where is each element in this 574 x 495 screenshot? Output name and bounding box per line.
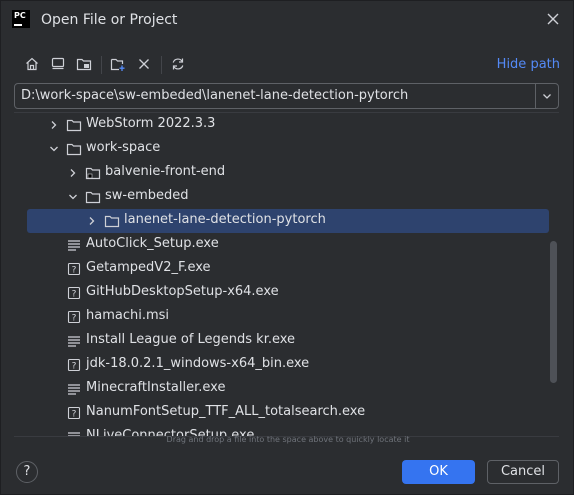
folder-icon — [66, 143, 82, 156]
toolbar-separator — [161, 56, 162, 74]
chevron-down-icon[interactable] — [67, 191, 79, 203]
tree-row-selected[interactable]: lanenet-lane-detection-pytorch — [14, 209, 559, 233]
svg-text:?: ? — [72, 362, 77, 372]
new-folder-button[interactable] — [107, 53, 129, 75]
app-logo-text: PC — [14, 11, 26, 20]
tree-row[interactable]: sw-embeded — [14, 185, 559, 209]
dialog-title: Open File or Project — [41, 12, 178, 28]
folder-icon — [66, 119, 82, 132]
chevron-down-icon[interactable] — [48, 143, 60, 155]
delete-button[interactable] — [133, 53, 155, 75]
tree-row[interactable]: work-space — [14, 137, 559, 161]
tree-row[interactable]: ? jdk-18.0.2.1_windows-x64_bin.exe — [14, 353, 559, 377]
tree-row-label: balvenie-front-end — [105, 164, 226, 179]
close-button[interactable] — [543, 9, 563, 29]
unknown-file-icon: ? — [67, 310, 81, 324]
new-folder-icon — [110, 58, 125, 71]
tree-row[interactable]: ? hamachi.msi — [14, 305, 559, 329]
home-button[interactable] — [21, 53, 43, 75]
tree-row[interactable]: Install League of Legends kr.exe — [14, 329, 559, 353]
refresh-button[interactable] — [167, 53, 189, 75]
tree-row-label: MinecraftInstaller.exe — [86, 380, 226, 395]
unknown-file-icon: ? — [67, 358, 81, 372]
title-bar: PC Open File or Project — [1, 1, 573, 39]
tree-row[interactable]: ? NanumFontSetup_TTF_ALL_totalsearch.exe — [14, 401, 559, 425]
unknown-file-icon: ? — [67, 262, 81, 276]
tree-scrollbar[interactable] — [550, 241, 557, 383]
pycharm-logo: PC — [12, 10, 30, 28]
open-file-dialog: PC Open File or Project Hide path D:\wor… — [0, 0, 574, 495]
toolbar — [21, 53, 561, 77]
text-file-icon — [68, 240, 80, 251]
tree-row-label: NanumFontSetup_TTF_ALL_totalsearch.exe — [86, 404, 366, 419]
tree-row-label: jdk-18.0.2.1_windows-x64_bin.exe — [86, 356, 310, 371]
tree-row-label: AutoClick_Setup.exe — [86, 236, 219, 251]
project-directory-button[interactable] — [73, 53, 95, 75]
desktop-icon — [51, 57, 65, 70]
folder-icon — [104, 215, 120, 228]
unknown-file-icon: ? — [67, 406, 81, 420]
chevron-right-icon[interactable] — [86, 215, 98, 227]
text-file-icon — [68, 336, 80, 347]
tree-row-label: hamachi.msi — [86, 308, 170, 323]
tree-row-label: GetampedV2_F.exe — [86, 260, 211, 275]
tree-row[interactable]: ? GitHubDesktopSetup-x64.exe — [14, 281, 559, 305]
tree-row-label: sw-embeded — [105, 188, 189, 203]
desktop-button[interactable] — [47, 53, 69, 75]
tree-row[interactable]: AutoClick_Setup.exe — [14, 233, 559, 257]
project-folder-icon — [85, 167, 101, 180]
refresh-icon — [172, 58, 184, 70]
unknown-file-icon: ? — [67, 286, 81, 300]
svg-text:?: ? — [72, 410, 77, 420]
svg-text:?: ? — [72, 314, 77, 324]
project-folder-icon — [76, 58, 92, 71]
chevron-right-icon[interactable] — [67, 167, 79, 179]
svg-text:?: ? — [72, 266, 77, 276]
file-tree[interactable]: NLiveConnectorSetup.exe? NanumFontSetup_T… — [14, 112, 559, 437]
path-history-dropdown[interactable] — [535, 84, 558, 108]
path-input-value[interactable]: D:\work-space\sw-embeded\lanenet-lane-de… — [21, 88, 408, 103]
tree-row[interactable]: balvenie-front-end — [14, 161, 559, 185]
tree-row[interactable]: MinecraftInstaller.exe — [14, 377, 559, 401]
tree-row-label: Install League of Legends kr.exe — [86, 332, 296, 347]
ok-button[interactable]: OK — [402, 460, 475, 484]
tree-row[interactable]: ? GetampedV2_F.exe — [14, 257, 559, 281]
svg-text:?: ? — [72, 290, 77, 300]
text-file-icon — [68, 384, 80, 395]
tree-row-label: GitHubDesktopSetup-x64.exe — [86, 284, 279, 299]
cancel-button[interactable]: Cancel — [487, 460, 559, 484]
tree-row-label: lanenet-lane-detection-pytorch — [124, 212, 326, 227]
delete-icon — [139, 59, 149, 69]
drag-drop-hint: Drag and drop a file into the space abov… — [166, 435, 410, 444]
toolbar-separator — [101, 56, 102, 74]
tree-row-label: WebStorm 2022.3.3 — [86, 116, 216, 131]
folder-icon — [85, 191, 101, 204]
chevron-right-icon[interactable] — [48, 119, 60, 131]
home-icon — [26, 57, 38, 71]
help-button[interactable]: ? — [16, 461, 38, 483]
chevron-down-icon — [543, 94, 551, 99]
hide-path-link[interactable]: Hide path — [497, 57, 560, 72]
tree-row-label: work-space — [86, 140, 161, 155]
tree-row[interactable]: WebStorm 2022.3.3 — [14, 113, 559, 137]
close-icon — [547, 13, 559, 25]
path-input[interactable]: D:\work-space\sw-embeded\lanenet-lane-de… — [14, 83, 559, 109]
